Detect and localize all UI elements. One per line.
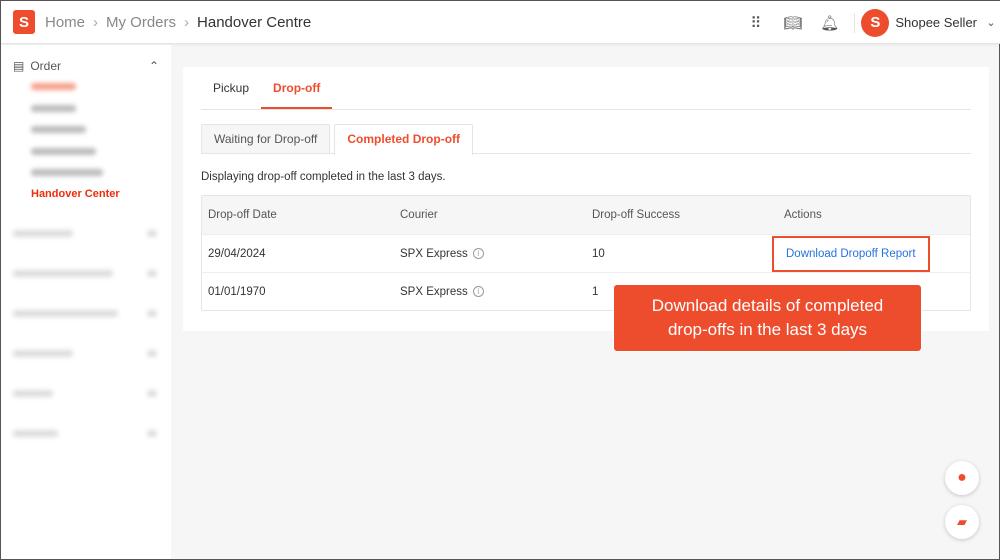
sidebar-item-blurred[interactable] xyxy=(31,162,171,184)
callout-line: drop-offs in the last 3 days xyxy=(667,320,868,339)
download-dropoff-report-link[interactable]: Download Dropoff Report xyxy=(772,235,930,272)
breadcrumb-my-orders[interactable]: My Orders xyxy=(106,14,176,31)
clipboard-icon: ▤ xyxy=(13,59,25,73)
info-icon[interactable]: i xyxy=(472,248,484,259)
info-note: Displaying drop-off completed in the las… xyxy=(201,171,446,183)
column-header: Actions xyxy=(784,209,822,221)
tab-pickup[interactable]: Pickup xyxy=(201,67,261,109)
tab-drop-off[interactable]: Drop-off xyxy=(261,67,333,109)
table-header: Drop-off Date Courier Drop-off Success A… xyxy=(202,196,970,234)
column-header: Drop-off Success xyxy=(592,209,680,221)
subtab-completed-drop-off[interactable]: Completed Drop-off xyxy=(334,124,474,155)
sidebar: ▤ Order ⌃ Handover Center xyxy=(1,45,171,559)
message-icon[interactable]: ▰ xyxy=(945,505,979,539)
apps-grid-icon[interactable]: ⠿ xyxy=(737,14,774,32)
annotation-callout: Download details of completed drop-offs … xyxy=(613,284,922,352)
courier: SPX Express xyxy=(400,285,468,298)
sidebar-item-blurred[interactable] xyxy=(31,76,171,98)
info-icon[interactable]: i xyxy=(472,286,484,297)
sidebar-item-blurred[interactable] xyxy=(31,119,171,141)
user-name[interactable]: Shopee Seller xyxy=(895,15,977,30)
sidebar-group-blurred[interactable] xyxy=(1,413,171,453)
sidebar-section-label: Order xyxy=(30,59,62,73)
divider xyxy=(854,12,856,33)
chevron-up-icon[interactable]: ⌃ xyxy=(149,59,159,73)
sidebar-group-blurred[interactable] xyxy=(1,253,171,293)
chat-bubble-icon[interactable]: ● xyxy=(945,461,979,495)
breadcrumb-home[interactable]: Home xyxy=(45,14,85,31)
sidebar-item-handover-center[interactable]: Handover Center xyxy=(31,184,171,206)
sidebar-section-order[interactable]: ▤ Order ⌃ xyxy=(1,56,171,76)
column-header: Drop-off Date xyxy=(208,209,277,221)
sidebar-item-blurred[interactable] xyxy=(31,98,171,120)
table-row: 29/04/2024 SPX Express i 10 Download Drop… xyxy=(202,234,970,272)
dropoff-date: 01/01/1970 xyxy=(208,285,266,298)
shopee-logo[interactable]: S xyxy=(13,10,35,34)
sidebar-item-blurred[interactable] xyxy=(31,141,171,163)
bell-icon[interactable]: 🔔︎ xyxy=(811,14,848,32)
chevron-right-icon: › xyxy=(93,13,99,31)
sidebar-group-blurred[interactable] xyxy=(1,213,171,253)
dropoff-date: 29/04/2024 xyxy=(208,247,266,260)
courier: SPX Express xyxy=(400,247,468,260)
breadcrumb-current: Handover Centre xyxy=(197,13,312,31)
column-header: Courier xyxy=(400,209,438,221)
subtab-waiting-for-drop-off[interactable]: Waiting for Drop-off xyxy=(201,124,331,153)
book-icon[interactable]: 📖︎ xyxy=(774,14,811,32)
chevron-right-icon: › xyxy=(184,13,190,31)
callout-line: Download details of completed xyxy=(651,296,884,315)
sidebar-group-blurred[interactable] xyxy=(1,333,171,373)
chevron-down-icon[interactable]: ⌄ xyxy=(981,16,1000,29)
avatar[interactable]: S xyxy=(861,8,890,37)
top-bar: S Home › My Orders › Handover Centre ⠿ 📖︎ … xyxy=(1,1,1000,44)
sidebar-group-blurred[interactable] xyxy=(1,373,171,413)
sidebar-group-blurred[interactable] xyxy=(1,293,171,333)
dropoff-success: 10 xyxy=(592,247,605,260)
